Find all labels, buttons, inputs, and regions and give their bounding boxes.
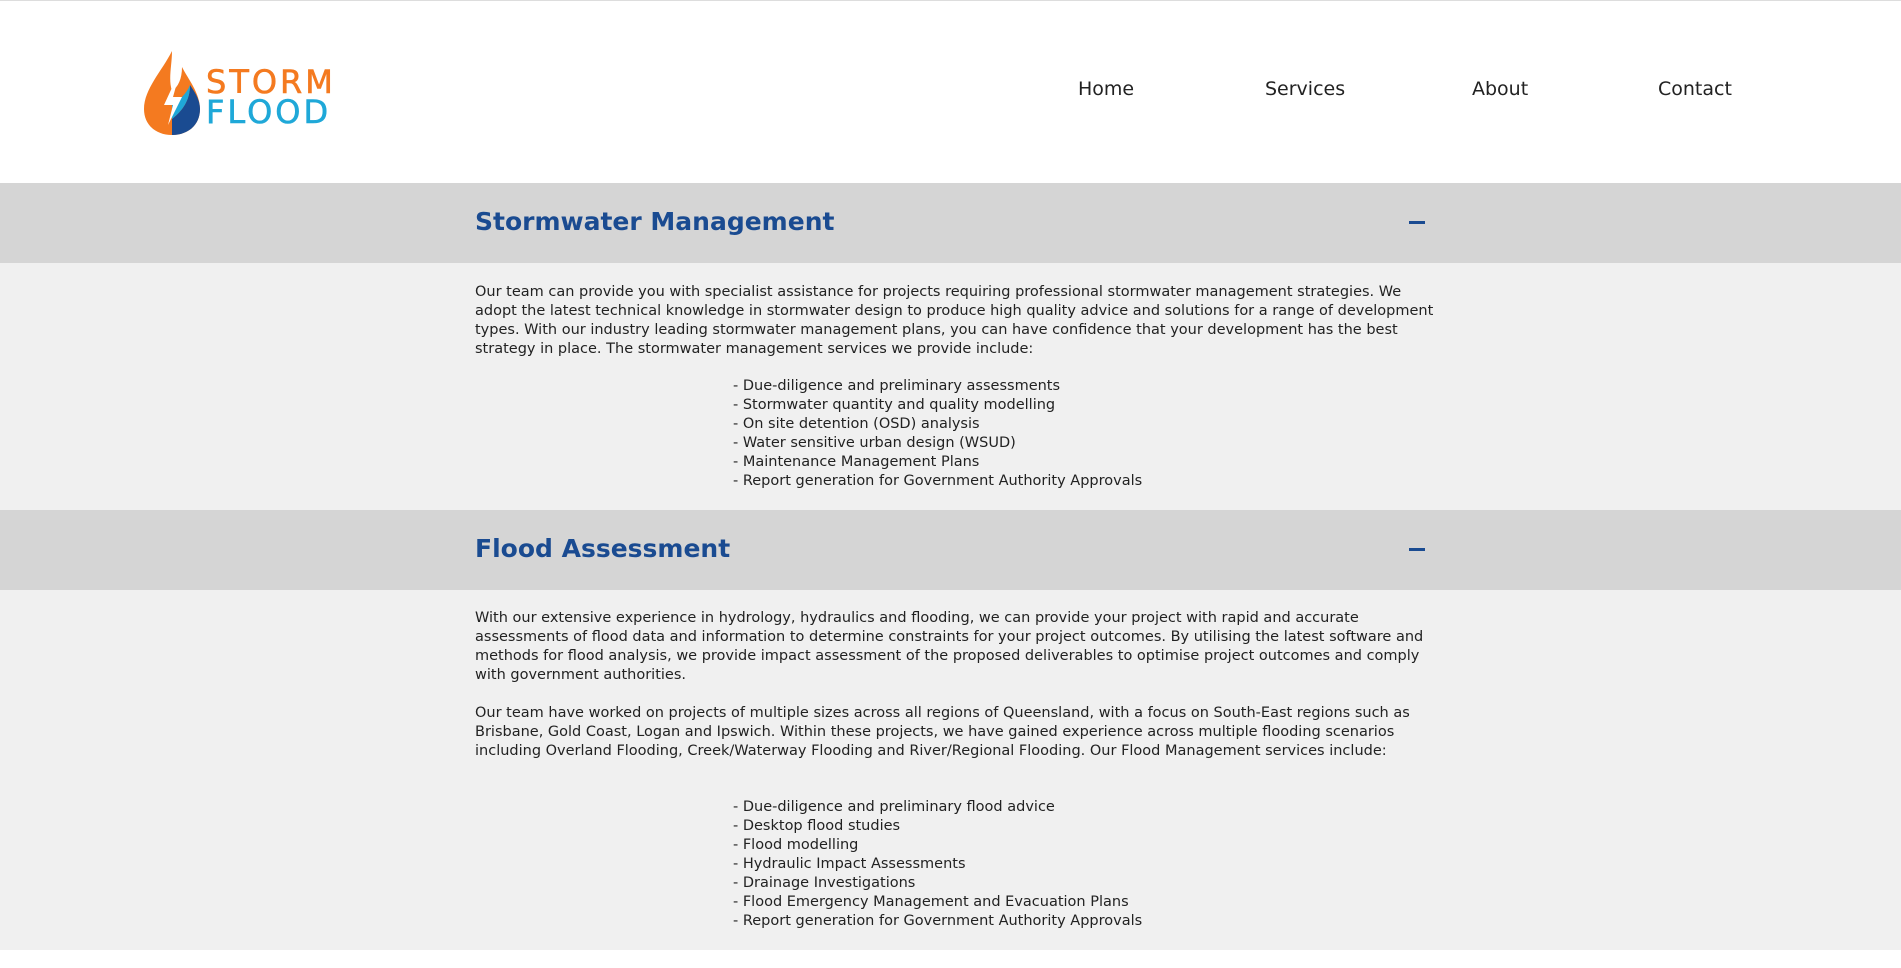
- list-item: - Water sensitive urban design (WSUD): [733, 435, 1016, 451]
- accordion-header-stormwater[interactable]: Stormwater Management: [0, 183, 1901, 263]
- accordion-panel-flood: With our extensive experience in hydrolo…: [0, 590, 1901, 950]
- list-item: - Desktop flood studies: [733, 818, 901, 834]
- list-item: - Drainage Investigations: [733, 875, 916, 891]
- nav-contact-link[interactable]: Contact: [1658, 78, 1732, 100]
- list-item: - Report generation for Government Autho…: [733, 913, 1143, 929]
- list-item: - Hydraulic Impact Assessments: [733, 856, 966, 872]
- services-list-stormwater: - Due-diligence and preliminary assessme…: [733, 377, 1142, 491]
- section-title-stormwater: Stormwater Management: [475, 207, 835, 236]
- section-paragraph: Our team can provide you with specialist…: [475, 284, 1434, 357]
- section-paragraph: With our extensive experience in hydrolo…: [475, 610, 1424, 683]
- list-item: - Due-diligence and preliminary flood ad…: [733, 799, 1055, 815]
- nav-home-link[interactable]: Home: [1078, 78, 1134, 100]
- list-item: - Flood modelling: [733, 837, 859, 853]
- list-item: - Maintenance Management Plans: [733, 454, 980, 470]
- list-item: - Stormwater quantity and quality modell…: [733, 397, 1056, 413]
- section-paragraph: Our team have worked on projects of mult…: [475, 705, 1410, 759]
- main-nav: Home Services About Contact: [0, 78, 1901, 102]
- list-item: - Due-diligence and preliminary assessme…: [733, 378, 1061, 394]
- accordion-panel-stormwater: Our team can provide you with specialist…: [0, 263, 1901, 510]
- collapse-minus-icon[interactable]: [1409, 548, 1425, 551]
- list-item: - Flood Emergency Management and Evacuat…: [733, 894, 1129, 910]
- nav-about-link[interactable]: About: [1472, 78, 1528, 100]
- accordion-header-flood[interactable]: Flood Assessment: [0, 510, 1901, 590]
- section-title-flood: Flood Assessment: [475, 534, 731, 563]
- nav-services-link[interactable]: Services: [1265, 78, 1345, 100]
- site-header: STORM FLOOD Home Services About Contact: [0, 1, 1901, 183]
- list-item: - On site detention (OSD) analysis: [733, 416, 980, 432]
- collapse-minus-icon[interactable]: [1409, 221, 1425, 224]
- list-item: - Report generation for Government Autho…: [733, 473, 1143, 489]
- services-list-flood: - Due-diligence and preliminary flood ad…: [733, 798, 1142, 931]
